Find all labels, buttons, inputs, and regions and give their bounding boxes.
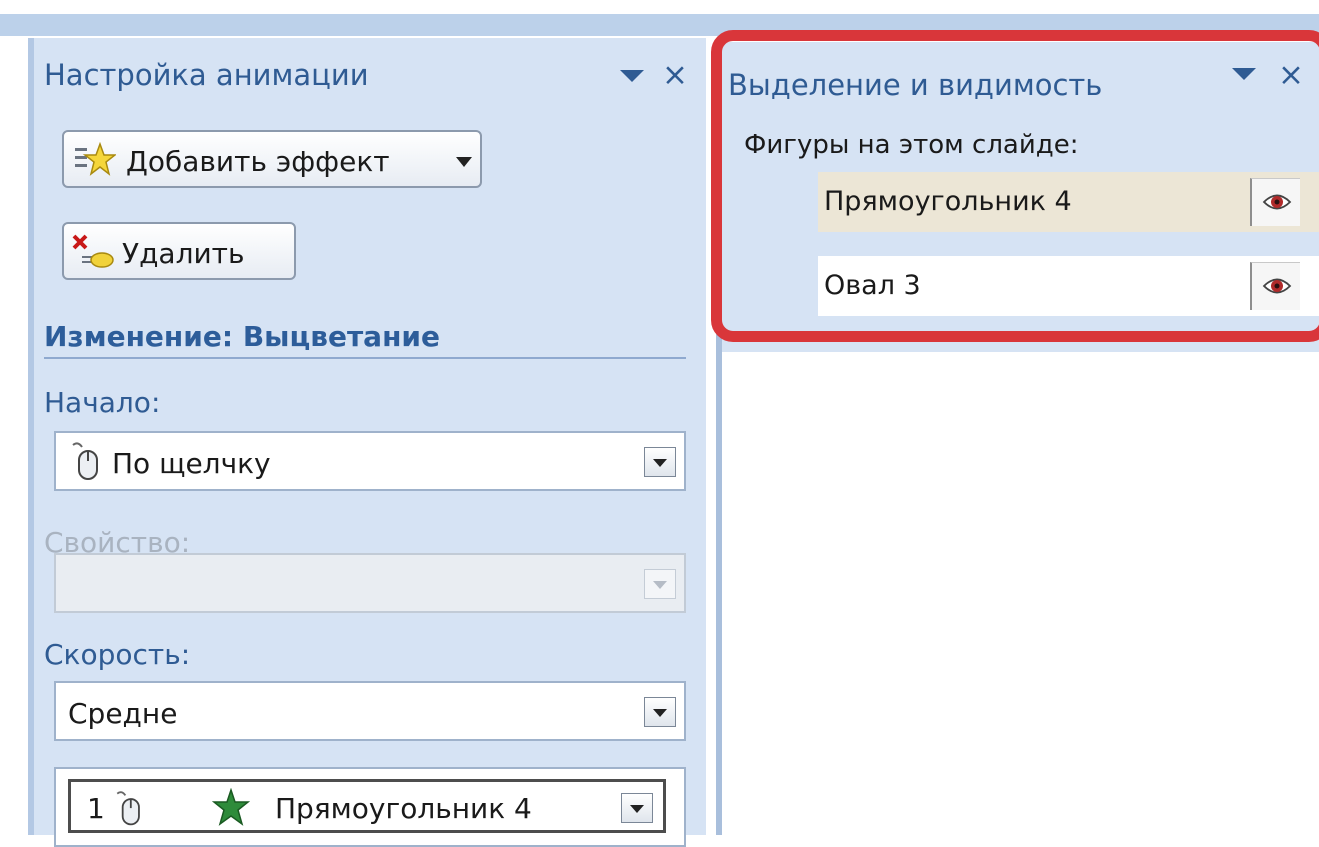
dropdown-arrow-icon[interactable] [644,697,676,727]
start-dropdown[interactable]: По щелчку [54,431,686,491]
top-strip [0,0,1319,14]
start-value: По щелчку [112,447,271,480]
property-dropdown [54,553,686,613]
effect-list-item[interactable]: 1 Прямоугольник 4 [68,779,666,833]
effect-order: 1 [87,792,105,825]
mouse-click-icon [72,442,98,480]
chevron-down-icon [456,157,472,167]
dropdown-arrow-icon [644,569,676,599]
pane-menu-arrow-icon[interactable] [620,70,644,82]
speed-label: Скорость: [44,638,191,671]
animation-pane-title: Настройка анимации [44,58,369,92]
add-effect-icon [75,142,116,176]
add-effect-label: Добавить эффект [126,145,390,178]
effect-star-icon [211,788,251,826]
delete-icon [72,234,114,268]
effect-name: Прямоугольник 4 [275,792,532,825]
effect-list: 1 Прямоугольник 4 [54,767,686,847]
dropdown-arrow-icon[interactable] [644,447,676,477]
mouse-click-icon [116,791,140,826]
remove-label: Удалить [122,237,245,270]
start-label: Начало: [44,386,161,419]
section-title: Изменение: Выцветание [44,320,441,353]
speed-dropdown[interactable]: Средне [54,681,686,741]
dropdown-arrow-icon[interactable] [621,793,653,823]
remove-button[interactable]: Удалить [62,222,296,280]
section-divider [44,357,686,359]
add-effect-button[interactable]: Добавить эффект [62,130,482,188]
speed-value: Средне [68,697,178,730]
highlight-frame [711,30,1319,342]
close-icon[interactable]: × [662,60,688,91]
animation-pane: Настройка анимации × Добавить эффект Уда… [28,38,706,847]
